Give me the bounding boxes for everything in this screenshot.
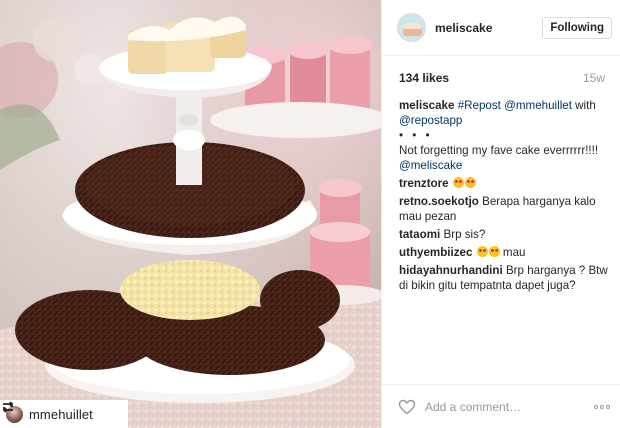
comment-username[interactable]: tataomi [399,228,440,241]
comment-item: uthyembiizec mau [399,245,608,260]
post-caption: meliscake #Repost @mmehuillet with @repo… [399,98,608,173]
post-side-panel: meliscake Following 134 likes 15w melisc… [381,0,620,428]
post-age[interactable]: 15w [583,71,605,85]
caption-dots: • • • [399,129,433,142]
likes-count[interactable]: 134 likes [399,71,449,85]
heart-eyes-emoji-icon [488,246,500,257]
comment-item: tataomi Brp sis? [399,227,608,242]
post-stats: 134 likes 15w [382,56,620,85]
comment-username[interactable]: trenztore [399,177,449,190]
comment-text: Brp sis? [443,228,486,241]
caption-hashtag[interactable]: #Repost [458,99,501,112]
post-header: meliscake Following [382,0,620,56]
comment-username[interactable]: uthyembiizec [399,246,472,259]
caption-with: with [575,99,596,112]
caption-mention[interactable]: @mmehuillet [504,99,572,112]
caption-via[interactable]: @repostapp [399,114,462,127]
account-username[interactable]: meliscake [435,21,492,35]
comment-text: mau [502,246,526,259]
caption-text: Not forgetting my fave cake everrrrrr!!!… [399,144,599,157]
cake-stand-illustration [0,0,381,428]
heart-eyes-emoji-icon [464,177,476,188]
account-avatar[interactable] [397,13,426,42]
repost-badge: mmehuillet [0,400,128,428]
comment-item: trenztore [399,176,608,191]
caption-username[interactable]: meliscake [399,99,454,112]
comment-item: retno.soekotjo Berapa harganya kalo mau … [399,194,608,224]
comment-username[interactable]: retno.soekotjo [399,195,479,208]
add-comment-input[interactable]: Add a comment… [425,400,594,414]
caption-mention-2[interactable]: @meliscake [399,159,462,172]
post-photo[interactable]: mmehuillet [0,0,381,428]
heart-outline-icon[interactable] [398,399,416,415]
more-options-icon[interactable] [594,404,610,409]
comment-item: hidayahnurhandini Brp harganya ? Btw di … [399,263,608,293]
heart-eyes-emoji-icon [476,246,488,257]
comment-list: meliscake #Repost @mmehuillet with @repo… [382,85,620,293]
reposted-username: mmehuillet [29,406,93,422]
comment-username[interactable]: hidayahnurhandini [399,264,503,277]
heart-eyes-emoji-icon [452,177,464,188]
following-button[interactable]: Following [542,16,612,39]
repost-arrows-icon [3,401,13,413]
post-footer: Add a comment… [382,384,620,428]
